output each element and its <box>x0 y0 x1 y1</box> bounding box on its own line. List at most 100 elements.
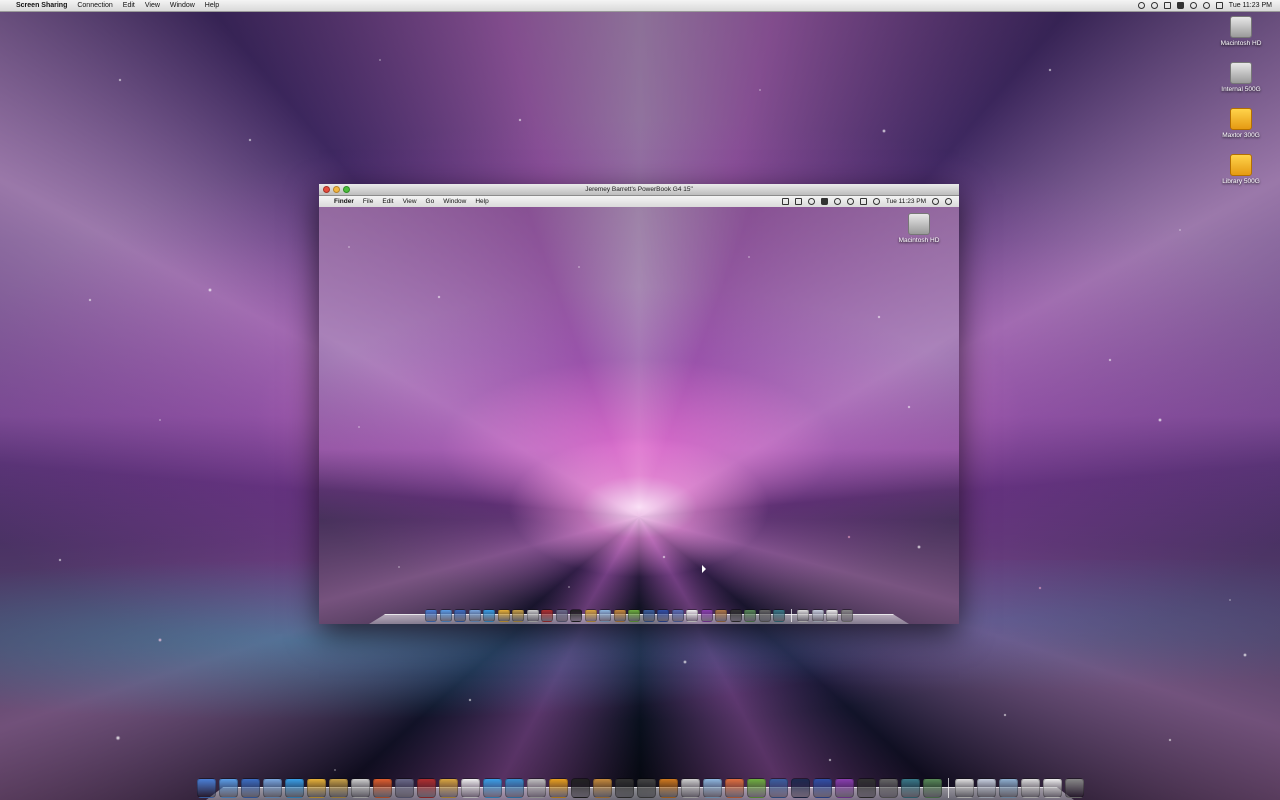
host-dock-app-icon-17[interactable] <box>548 778 568 798</box>
remote-dock-app-icon-1[interactable] <box>425 609 438 622</box>
host-dock-app-icon-7[interactable] <box>328 778 348 798</box>
screen-sharing-window[interactable]: Jeremey Barrett's PowerBook G4 15" Finde… <box>319 184 959 624</box>
host-dock-app-icon-33[interactable] <box>900 778 920 798</box>
host-dock-stack-icon-6[interactable] <box>1064 778 1084 798</box>
host-dock-app-icon-8[interactable] <box>350 778 370 798</box>
remote-battery-icon[interactable] <box>859 198 867 205</box>
remote-dock-app-icon-25[interactable] <box>773 609 786 622</box>
window-titlebar[interactable]: Jeremey Barrett's PowerBook G4 15" <box>319 184 959 196</box>
remote-desktop[interactable]: Macintosh HD <box>319 207 959 624</box>
host-dock-app-icon-14[interactable] <box>482 778 502 798</box>
remote-dock-app-icon-19[interactable] <box>686 609 699 622</box>
remote-keyboard-icon[interactable] <box>794 198 802 205</box>
host-dock-app-icon-9[interactable] <box>372 778 392 798</box>
menu-window[interactable]: Window <box>170 2 195 9</box>
host-dock-stack-icon-2[interactable] <box>976 778 996 798</box>
remote-dock-stack-icon-1[interactable] <box>797 609 810 622</box>
host-dock-app-icon-18[interactable] <box>570 778 590 798</box>
remote-dock-app-icon-3[interactable] <box>454 609 467 622</box>
remote-bluetooth-icon[interactable] <box>807 198 815 205</box>
close-button[interactable] <box>323 186 330 193</box>
host-dock-app-icon-12[interactable] <box>438 778 458 798</box>
remote-dock-app-icon-11[interactable] <box>570 609 583 622</box>
host-dock-app-icon-13[interactable] <box>460 778 480 798</box>
remote-menu-window[interactable]: Window <box>443 198 466 205</box>
host-dock-app-icon-5[interactable] <box>284 778 304 798</box>
remote-dock-app-icon-2[interactable] <box>439 609 452 622</box>
display-icon[interactable] <box>1215 2 1223 9</box>
desktop-icon-maxtor-300g[interactable]: Maxtor 300G <box>1211 108 1271 139</box>
host-dock-app-icon-6[interactable] <box>306 778 326 798</box>
chat-icon[interactable] <box>1189 2 1197 9</box>
remote-dock-app-icon-5[interactable] <box>483 609 496 622</box>
host-dock-app-icon-31[interactable] <box>856 778 876 798</box>
host-dock-app-icon-34[interactable] <box>922 778 942 798</box>
remote-volume-icon[interactable] <box>872 198 880 205</box>
menu-edit[interactable]: Edit <box>123 2 135 9</box>
remote-dock-app-icon-14[interactable] <box>613 609 626 622</box>
remote-dock-app-icon-4[interactable] <box>468 609 481 622</box>
menubar-clock[interactable]: Tue 11:23 PM <box>1229 2 1272 9</box>
remote-dock-app-icon-22[interactable] <box>729 609 742 622</box>
remote-input-menu-icon[interactable] <box>781 198 789 205</box>
remote-dock-stack-icon-2[interactable] <box>811 609 824 622</box>
bluetooth-icon[interactable] <box>1163 2 1171 9</box>
host-dock-app-icon-27[interactable] <box>768 778 788 798</box>
host-dock-app-icon-32[interactable] <box>878 778 898 798</box>
desktop-icon-macintosh-hd[interactable]: Macintosh HD <box>1211 16 1271 47</box>
host-dock-stack-icon-3[interactable] <box>998 778 1018 798</box>
host-dock-app-icon-10[interactable] <box>394 778 414 798</box>
remote-dock-app-icon-17[interactable] <box>657 609 670 622</box>
remote-menu-view[interactable]: View <box>403 198 417 205</box>
host-dock-app-icon-24[interactable] <box>702 778 722 798</box>
remote-dock-app-icon-15[interactable] <box>628 609 641 622</box>
remote-dock-stack-icon-4[interactable] <box>840 609 853 622</box>
host-dock-app-icon-11[interactable] <box>416 778 436 798</box>
host-dock-app-icon-2[interactable] <box>218 778 238 798</box>
host-dock-app-icon-22[interactable] <box>658 778 678 798</box>
remote-wifi-icon[interactable] <box>846 198 854 205</box>
volume-icon[interactable] <box>1202 2 1210 9</box>
remote-menu-go[interactable]: Go <box>426 198 435 205</box>
host-dock-app-icon-28[interactable] <box>790 778 810 798</box>
remote-dock-app-icon-7[interactable] <box>512 609 525 622</box>
host-dock-app-icon-4[interactable] <box>262 778 282 798</box>
host-dock-app-icon-20[interactable] <box>614 778 634 798</box>
remote-dock-app-icon-20[interactable] <box>700 609 713 622</box>
remote-desktop-icon-macintosh-hd[interactable]: Macintosh HD <box>889 213 949 244</box>
remote-lock-icon[interactable] <box>820 198 828 205</box>
remote-menu-help[interactable]: Help <box>475 198 488 205</box>
lock-icon[interactable] <box>1176 2 1184 9</box>
host-dock-app-icon-3[interactable] <box>240 778 260 798</box>
host-dock-app-icon-23[interactable] <box>680 778 700 798</box>
remote-menubar-clock[interactable]: Tue 11:23 PM <box>886 198 926 205</box>
remote-menu-file[interactable]: File <box>363 198 373 205</box>
host-dock-app-icon-25[interactable] <box>724 778 744 798</box>
remote-dock-app-icon-21[interactable] <box>715 609 728 622</box>
remote-dock-app-icon-8[interactable] <box>526 609 539 622</box>
remote-dock-app-icon-6[interactable] <box>497 609 510 622</box>
remote-chat-icon[interactable] <box>833 198 841 205</box>
remote-user-icon[interactable] <box>932 198 939 205</box>
host-dock-app-icon-16[interactable] <box>526 778 546 798</box>
host-dock-app-icon-21[interactable] <box>636 778 656 798</box>
host-dock-app-icon-26[interactable] <box>746 778 766 798</box>
host-dock-app-icon-1[interactable] <box>196 778 216 798</box>
remote-dock-app-icon-18[interactable] <box>671 609 684 622</box>
remote-dock-app-icon-10[interactable] <box>555 609 568 622</box>
remote-dock-app-icon-12[interactable] <box>584 609 597 622</box>
desktop-icon-internal-500g[interactable]: Internal 500G <box>1211 62 1271 93</box>
time-machine-icon[interactable] <box>1137 2 1145 9</box>
host-dock-stack-icon-1[interactable] <box>954 778 974 798</box>
remote-dock-app-icon-24[interactable] <box>758 609 771 622</box>
remote-dock-app-icon-9[interactable] <box>541 609 554 622</box>
zoom-button[interactable] <box>343 186 350 193</box>
host-dock-app-icon-29[interactable] <box>812 778 832 798</box>
host-dock-app-icon-15[interactable] <box>504 778 524 798</box>
menu-connection[interactable]: Connection <box>77 2 112 9</box>
remote-menu-finder[interactable]: Finder <box>334 198 354 205</box>
remote-dock-app-icon-13[interactable] <box>599 609 612 622</box>
remote-dock-stack-icon-3[interactable] <box>826 609 839 622</box>
host-dock-app-icon-19[interactable] <box>592 778 612 798</box>
sync-icon[interactable] <box>1150 2 1158 9</box>
